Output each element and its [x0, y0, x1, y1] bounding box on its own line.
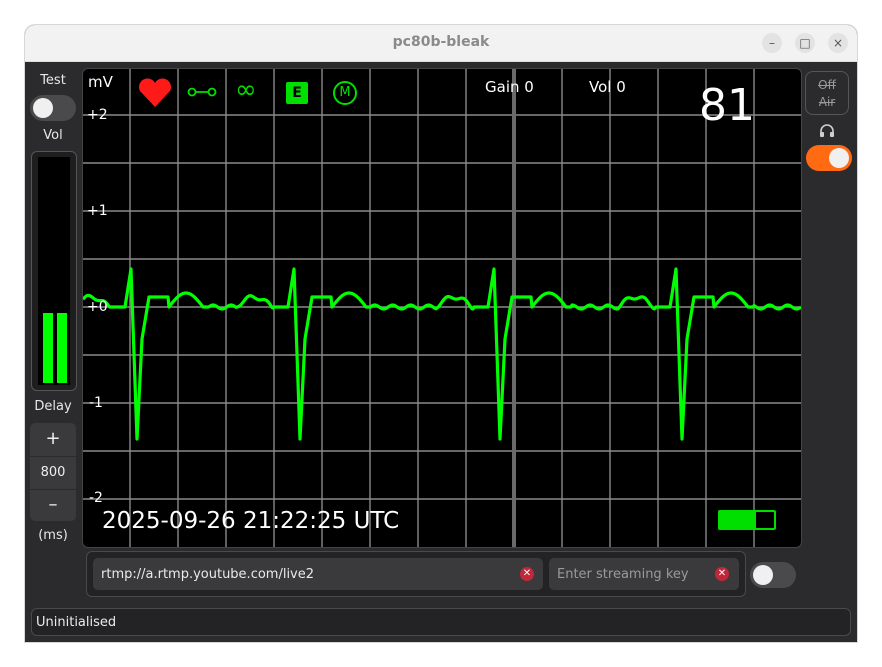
vol-label: Vol: [43, 128, 63, 143]
stream-toggle[interactable]: [750, 562, 796, 588]
continuous-icon: ∞: [235, 75, 257, 105]
volume-meter-track: [38, 157, 70, 385]
off-air-line1: Off: [818, 78, 836, 92]
rtmp-url-input[interactable]: [101, 558, 511, 590]
off-air-indicator[interactable]: Off Air: [805, 71, 849, 115]
timestamp: 2025-09-26 21:22:25 UTC: [102, 508, 400, 534]
stream-key-input[interactable]: [557, 558, 707, 590]
e-mode-icon: E: [286, 82, 308, 104]
ecg-display: mV +2 +1 +0 -1 -2 ∞ E M Gain 0 Vol 0 81 …: [82, 68, 802, 548]
minimize-button[interactable]: –: [762, 33, 782, 53]
test-label: Test: [40, 73, 66, 88]
delay-increment-button[interactable]: +: [30, 423, 76, 455]
status-bar: Uninitialised: [31, 608, 851, 636]
gain-label: Gain 0: [485, 78, 534, 96]
title-bar: pc80b-bleak – □ ×: [25, 25, 857, 62]
ecg-grid: [83, 69, 801, 547]
audio-toggle-knob: [829, 148, 849, 168]
delay-value[interactable]: 800: [30, 456, 76, 490]
test-toggle[interactable]: [30, 95, 76, 121]
off-air-line2: Air: [818, 95, 836, 109]
clear-key-icon[interactable]: ✕: [715, 567, 729, 581]
y-tick-label: +0: [87, 299, 108, 315]
rtmp-url-field: ✕: [93, 558, 543, 590]
stream-key-field: ✕: [549, 558, 739, 590]
battery-icon: [718, 510, 776, 530]
close-button[interactable]: ×: [828, 33, 848, 53]
maximize-button[interactable]: □: [795, 33, 815, 53]
y-tick-label: -1: [89, 395, 103, 411]
test-toggle-knob: [33, 98, 53, 118]
volume-level-left: [43, 312, 53, 383]
left-panel: Test Vol Delay + 800 – (ms): [25, 61, 81, 601]
unit-label: mV: [88, 73, 113, 91]
volume-level-right: [57, 312, 67, 383]
m-mode-icon: M: [333, 81, 357, 105]
heart-rate-value: 81: [699, 80, 755, 131]
ecg-trace: [83, 267, 801, 441]
heart-icon: [139, 78, 171, 107]
y-tick-label: -2: [89, 490, 103, 506]
window-title: pc80b-bleak: [392, 34, 490, 50]
stream-settings: ✕ ✕: [86, 551, 746, 597]
y-tick-label: +1: [87, 203, 108, 219]
delay-stepper: + 800 –: [30, 423, 76, 521]
app-window: pc80b-bleak – □ × Test Vol Delay + 800 –…: [25, 25, 857, 642]
clear-url-icon[interactable]: ✕: [520, 567, 534, 581]
delay-unit-label: (ms): [38, 528, 68, 543]
stream-toggle-knob: [753, 565, 773, 585]
headphones-icon: [820, 124, 834, 137]
battery-level: [720, 512, 757, 528]
audio-toggle[interactable]: [806, 145, 852, 171]
vol-level-label: Vol 0: [589, 78, 626, 96]
y-tick-label: +2: [87, 107, 108, 123]
volume-meter: [31, 151, 77, 391]
delay-decrement-button[interactable]: –: [30, 489, 76, 521]
lead-connected-icon: [187, 87, 217, 97]
delay-label: Delay: [34, 399, 72, 414]
